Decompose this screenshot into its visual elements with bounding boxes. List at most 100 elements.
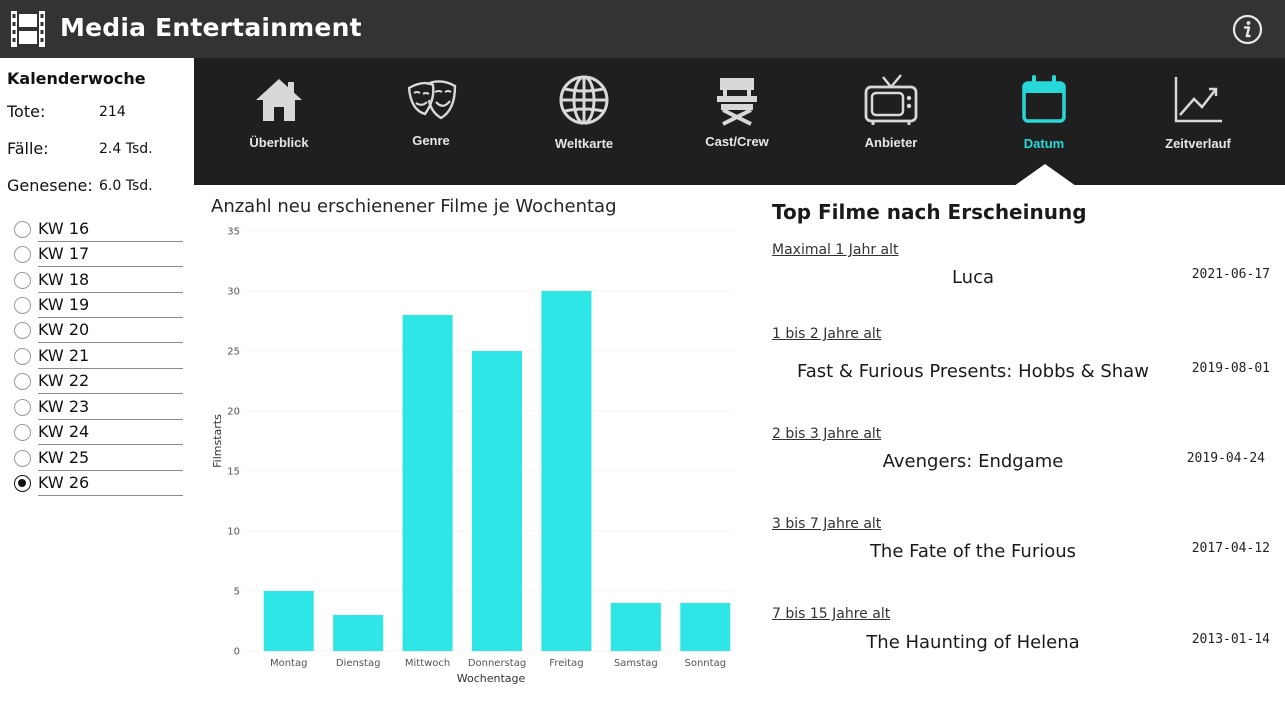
radio-button[interactable] [14,322,31,339]
category-label[interactable]: 2 bis 3 Jahre alt [772,426,881,442]
nav-zeitverlauf[interactable]: Zeitverlauf [1128,58,1268,185]
week-option-kw17[interactable]: KW 17 [0,244,194,269]
divider [38,444,183,445]
radio-button[interactable] [14,348,31,365]
stat-value-genesene: 6.0 Tsd. [99,178,153,194]
week-option-kw24[interactable]: KW 24 [0,422,194,447]
x-tick-label: Mittwoch [405,658,450,669]
movie-date: 2019-08-01 [1191,361,1270,376]
radio-button[interactable] [14,297,31,314]
nav-label: Zeitverlauf [1165,136,1231,151]
week-option-kw19[interactable]: KW 19 [0,295,194,320]
nav-anbieter[interactable]: Anbieter [821,58,961,185]
radio-button[interactable] [14,424,31,441]
divider [38,470,183,471]
x-tick-label: Freitag [549,658,583,669]
x-axis-label: Wochentage [457,672,526,685]
bar-mittwoch [402,315,453,651]
y-tick-label: 15 [227,467,240,478]
bar-donnerstag [472,351,522,651]
chart-title: Anzahl neu erschienener Filme je Wochent… [211,196,617,217]
stat-label-tote: Tote: [7,102,46,121]
week-option-kw23[interactable]: KW 23 [0,397,194,422]
nav-ueberblick[interactable]: Überblick [209,58,349,185]
movie-title: The Fate of the Furious [869,541,1077,562]
movie-title: Fast & Furious Presents: Hobbs & Shaw [797,361,1149,382]
nav-label: Genre [412,133,450,148]
movie-date: 2019-04-24 [1186,451,1265,466]
top-movies-title: Top Filme nach Erscheinung [772,200,1087,224]
y-tick-label: 25 [227,347,240,358]
y-tick-label: 5 [234,587,240,598]
radio-button[interactable] [14,399,31,416]
category-label[interactable]: 3 bis 7 Jahre alt [772,516,881,532]
stat-label-faelle: Fälle: [7,139,49,158]
y-tick-label: 0 [234,647,240,658]
y-tick-label: 35 [227,227,240,238]
movie-title: The Haunting of Helena [866,632,1080,653]
movie-date: 2013-01-14 [1191,632,1270,647]
bar-dienstag [333,615,384,651]
home-icon [256,79,302,121]
radio-button[interactable] [14,272,31,289]
info-icon[interactable] [1232,14,1263,45]
week-label: KW 21 [38,346,90,365]
divider [38,241,183,242]
week-label: KW 23 [38,397,90,416]
week-option-kw26[interactable]: KW 26 [0,473,194,498]
divider [38,292,183,293]
x-tick-label: Samstag [614,658,658,669]
theater-masks-icon [407,80,457,120]
week-label: KW 16 [38,219,90,238]
movie-title: Avengers: Endgame [882,451,1064,472]
radio-button-selected[interactable] [14,475,31,492]
week-option-kw25[interactable]: KW 25 [0,448,194,473]
line-trend-icon [1174,77,1222,123]
y-tick-label: 30 [227,287,240,298]
tv-icon [864,74,918,125]
bar-montag [263,591,314,651]
week-option-kw16[interactable]: KW 16 [0,219,194,244]
nav-weltkarte[interactable]: Weltkarte [514,58,654,185]
category-label[interactable]: Maximal 1 Jahr alt [772,242,899,258]
film-strip-icon [11,11,45,47]
app-title: Media Entertainment [60,13,362,42]
nav-label: Datum [1023,136,1065,151]
active-tab-pointer [1014,164,1076,186]
y-axis-label: Filmstarts [211,414,224,468]
radio-button[interactable] [14,246,31,263]
nav-genre[interactable]: Genre [361,58,501,185]
radio-button[interactable] [14,221,31,238]
radio-button[interactable] [14,373,31,390]
week-filter-panel: Kalenderwoche Tote: 214 Fälle: 2.4 Tsd. … [0,58,194,719]
divider [38,393,183,394]
panel-title: Kalenderwoche [7,69,146,88]
week-option-kw18[interactable]: KW 18 [0,270,194,295]
bar-chart: 0 5 10 15 20 25 30 35 Montag Dienstag Mittwoch Donn… [211,227,732,685]
week-option-kw20[interactable]: KW 20 [0,320,194,345]
nav-cast-crew[interactable]: Cast/Crew [667,58,807,185]
divider [38,419,183,420]
nav-label: Überblick [249,135,309,150]
week-label: KW 18 [38,270,90,289]
nav-label: Anbieter [864,135,918,150]
stat-value-faelle: 2.4 Tsd. [99,141,153,157]
week-label: KW 22 [38,371,90,390]
globe-icon [559,75,609,125]
divider [38,368,183,369]
y-tick-label: 20 [227,407,240,418]
radio-button[interactable] [14,450,31,467]
stat-value-tote: 214 [99,104,126,120]
nav-label: Weltkarte [554,136,614,151]
x-tick-label: Donnerstag [468,658,526,669]
divider [38,266,183,267]
week-option-kw21[interactable]: KW 21 [0,346,194,371]
movie-title: Luca [951,267,995,288]
divider [38,495,183,496]
category-label[interactable]: 7 bis 15 Jahre alt [772,606,890,622]
week-option-kw22[interactable]: KW 22 [0,371,194,396]
week-label: KW 20 [38,320,90,339]
category-label[interactable]: 1 bis 2 Jahre alt [772,326,881,342]
bar-freitag [541,291,592,651]
page-navigation: Überblick Genre Weltkarte Cast/Crew Anbi… [194,58,1285,186]
